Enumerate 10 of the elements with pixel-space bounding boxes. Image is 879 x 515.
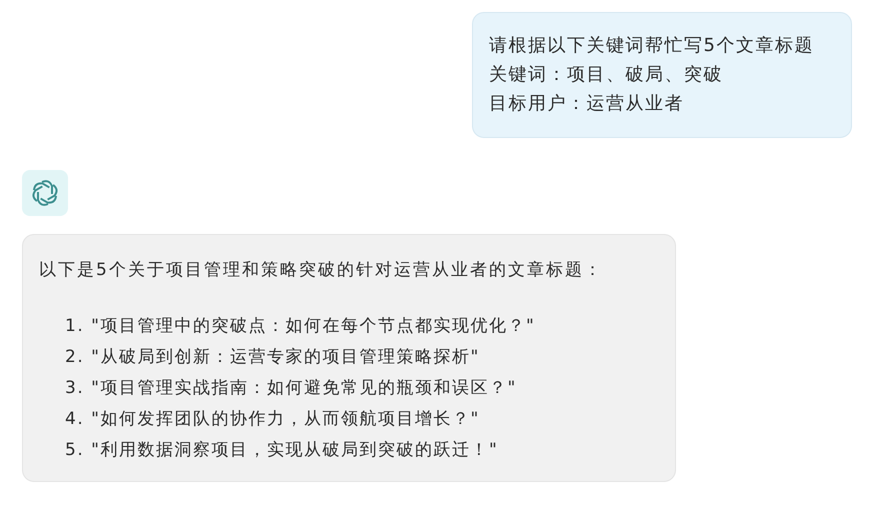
message-text: 请根据以下关键词帮忙写5个文章标题 bbox=[489, 35, 815, 57]
list-item: 2. "从破局到创新：运营专家的项目管理策略探析" bbox=[65, 346, 481, 368]
list-item: 3. "项目管理实战指南：如何避免常见的瓶颈和误区？" bbox=[65, 377, 518, 399]
message-text: 以下是5个关于项目管理和策略突破的针对运营从业者的文章标题： bbox=[39, 259, 604, 281]
knot-logo-icon bbox=[30, 178, 60, 208]
list-item: 1. "项目管理中的突破点：如何在每个节点都实现优化？" bbox=[65, 315, 536, 337]
list-item: 4. "如何发挥团队的协作力，从而领航项目增长？" bbox=[65, 408, 481, 430]
message-text: 关键词：项目、破局、突破 bbox=[489, 64, 724, 86]
message-text: 目标用户：运营从业者 bbox=[489, 93, 685, 115]
list-item: 5. "利用数据洞察项目，实现从破局到突破的跃迁！" bbox=[65, 439, 500, 461]
